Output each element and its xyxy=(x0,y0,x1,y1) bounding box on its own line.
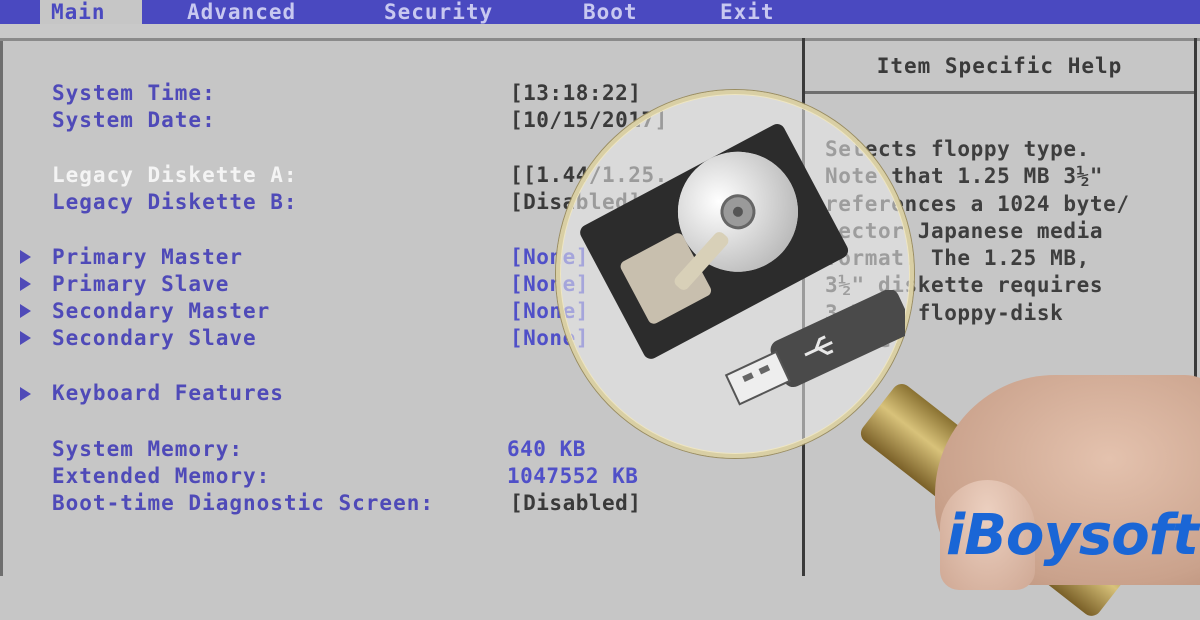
usb-drive-icon xyxy=(724,290,905,406)
extended-memory-value: 1047552 KB xyxy=(507,464,639,488)
system-memory-label: System Memory: xyxy=(52,437,244,461)
iboysoft-logo: iBoysoft xyxy=(946,503,1199,568)
system-date-label: System Date: xyxy=(52,108,216,132)
submenu-arrow-icon xyxy=(20,387,31,401)
system-time-value[interactable]: [13:18:22] xyxy=(510,81,641,105)
legacy-diskette-b-label: Legacy Diskette B: xyxy=(52,190,298,214)
submenu-arrow-icon xyxy=(20,250,31,264)
help-divider xyxy=(805,91,1194,94)
submenu-arrow-icon xyxy=(20,304,31,318)
extended-memory-label: Extended Memory: xyxy=(52,464,271,488)
submenu-arrow-icon xyxy=(20,277,31,291)
tab-main[interactable]: Main xyxy=(40,0,142,24)
primary-master-item[interactable]: Primary Master xyxy=(52,245,243,269)
boot-diagnostic-value[interactable]: [Disabled] xyxy=(510,491,641,515)
bios-menubar: Main Advanced Security Boot Exit xyxy=(0,0,1200,24)
tab-boot[interactable]: Boot xyxy=(583,0,638,24)
tab-advanced[interactable]: Advanced xyxy=(187,0,296,24)
keyboard-features-item[interactable]: Keyboard Features xyxy=(52,381,284,405)
menubar-separator xyxy=(0,24,1200,41)
primary-slave-item[interactable]: Primary Slave xyxy=(52,272,229,296)
tab-exit[interactable]: Exit xyxy=(720,0,775,24)
secondary-master-item[interactable]: Secondary Master xyxy=(52,299,270,323)
submenu-arrow-icon xyxy=(20,331,31,345)
boot-diagnostic-label: Boot-time Diagnostic Screen: xyxy=(52,491,435,515)
secondary-slave-item[interactable]: Secondary Slave xyxy=(52,326,257,350)
system-time-label: System Time: xyxy=(52,81,216,105)
tab-security[interactable]: Security xyxy=(384,0,493,24)
help-title: Item Specific Help xyxy=(876,54,1123,78)
system-memory-value: 640 KB xyxy=(507,437,586,461)
legacy-diskette-a-label[interactable]: Legacy Diskette A: xyxy=(52,163,298,187)
